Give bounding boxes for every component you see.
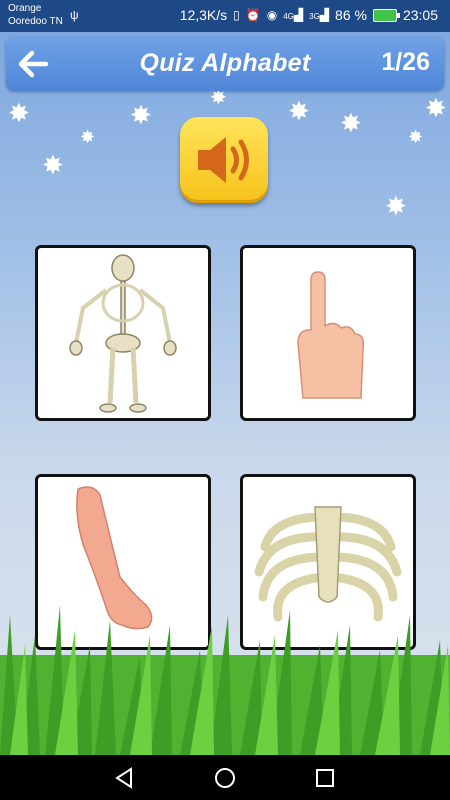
star-icon: ✸: [385, 191, 407, 221]
status-icons: 12,3K/s ▯ ⏰ ◉ 4G▟ 3G▟ 86 % 23:05: [180, 7, 438, 23]
option-card-skeleton[interactable]: [35, 245, 211, 421]
eye-icon: ◉: [266, 8, 278, 22]
star-icon: ✸: [210, 87, 227, 109]
alarm-icon: ⏰: [245, 8, 261, 22]
star-icon: ✸: [80, 127, 96, 147]
finger-image: [297, 271, 365, 399]
question-counter: 1/26: [381, 48, 430, 76]
carrier-line2: Ooredoo TN: [8, 16, 63, 27]
star-icon: ✸: [408, 127, 424, 147]
signal-icon-1: 4G▟: [283, 8, 304, 22]
star-icon: ✸: [130, 100, 152, 130]
vibrate-icon: ▯: [233, 8, 240, 22]
star-icon: ✸: [288, 96, 310, 126]
star-icon: ✸: [8, 98, 30, 128]
battery-icon: [372, 8, 400, 22]
grass-decoration: [0, 605, 450, 755]
speaker-icon: [198, 137, 249, 183]
carrier-info: Orange Ooredoo TN: [8, 2, 63, 28]
carrier-line1: Orange: [8, 3, 42, 14]
network-speed: 12,3K/s: [179, 7, 228, 23]
triangle-back-icon[interactable]: [113, 766, 137, 790]
navigation-bar: [0, 755, 450, 800]
page-title: Quiz Alphabet: [139, 49, 311, 77]
clock: 23:05: [402, 7, 438, 23]
circle-home-icon[interactable]: [213, 766, 237, 790]
battery-percent: 86 %: [335, 7, 367, 23]
signal-icon-2: 3G▟: [309, 8, 330, 22]
play-sound-button[interactable]: [180, 117, 268, 203]
square-recents-icon[interactable]: [313, 766, 337, 790]
option-card-finger[interactable]: [240, 245, 416, 421]
app-header: Quiz Alphabet 1/26: [6, 37, 444, 91]
skeleton-image: [69, 254, 177, 413]
status-bar: Orange Ooredoo TN ψ 12,3K/s ▯ ⏰ ◉ 4G▟ 3G…: [0, 0, 450, 32]
star-icon: ✸: [425, 93, 447, 123]
usb-icon: ψ: [70, 8, 79, 22]
star-icon: ✸: [42, 150, 64, 180]
star-icon: ✸: [340, 108, 362, 138]
